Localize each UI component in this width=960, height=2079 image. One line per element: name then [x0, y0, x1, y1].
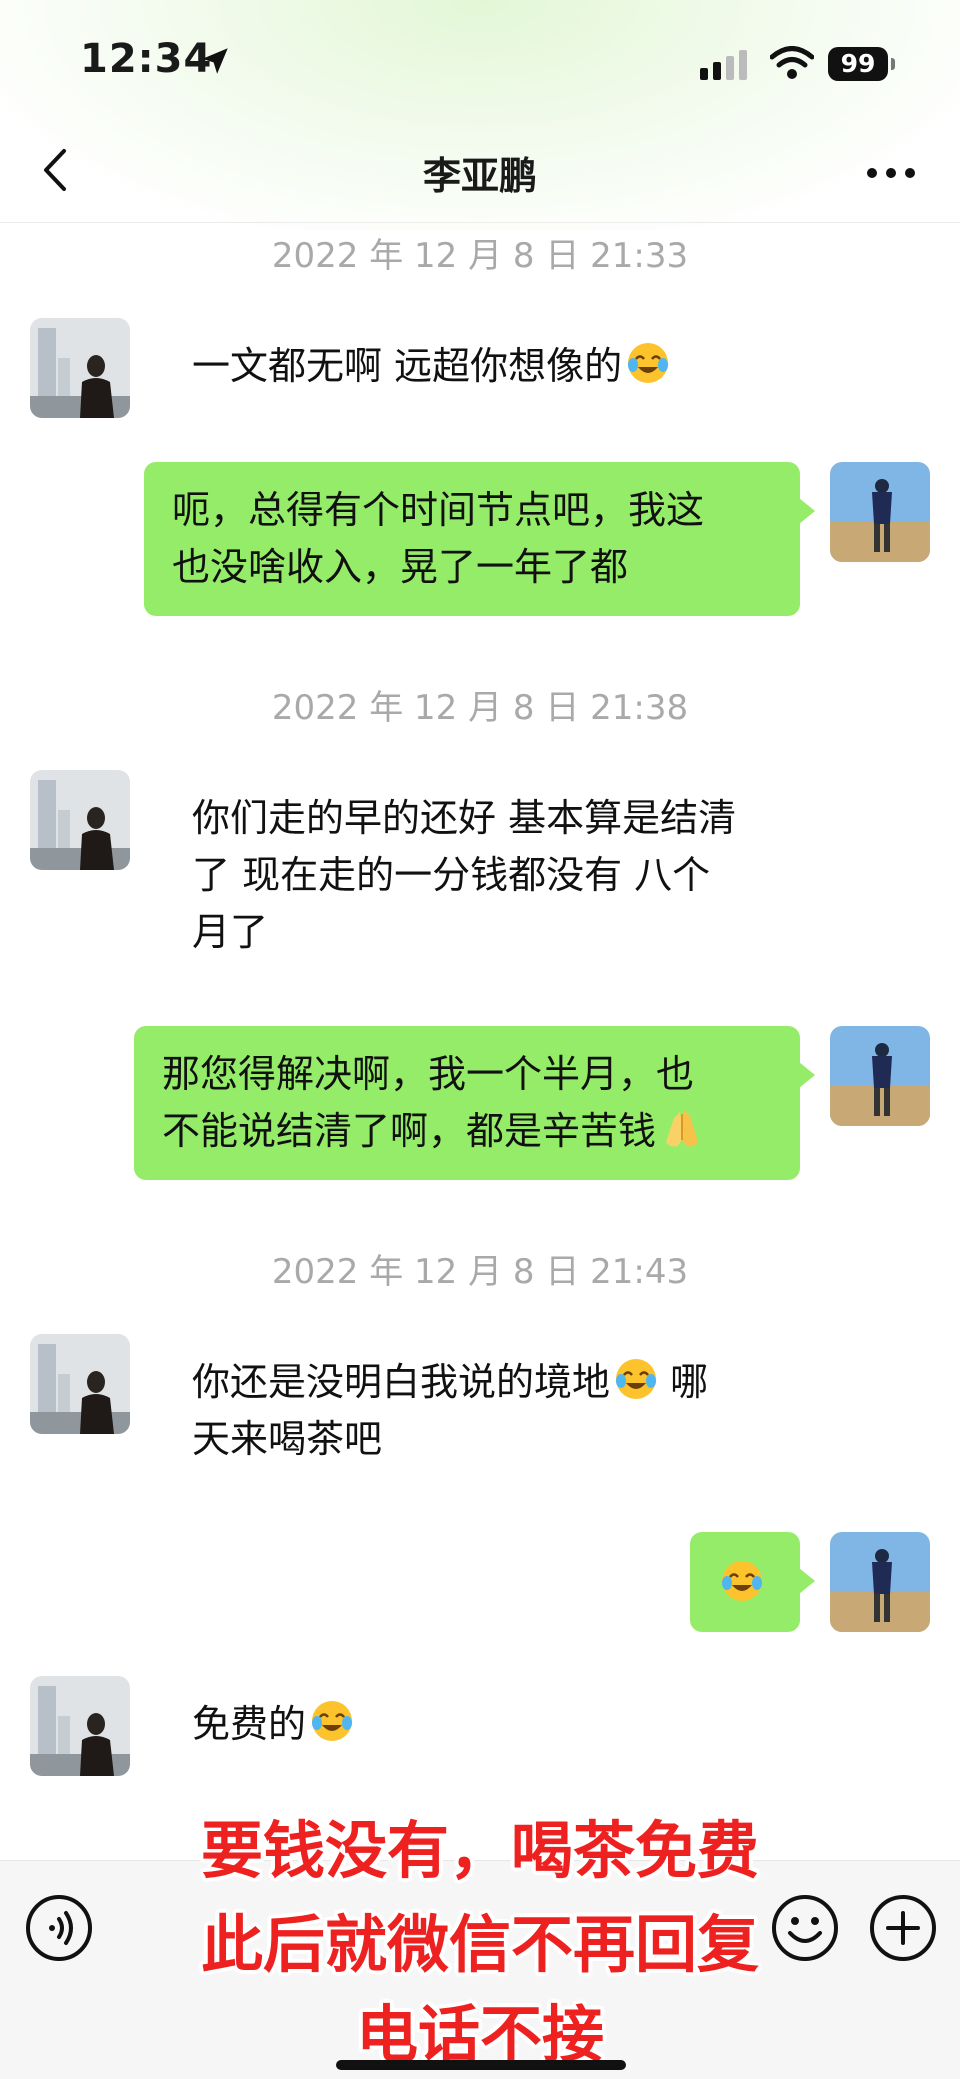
- crying-laughing-emoji-icon: [312, 1701, 353, 1741]
- praying-hands-emoji-icon: [666, 1110, 699, 1147]
- message-line: 那您得解决啊，我一个半月，也: [162, 1052, 695, 1096]
- cellular-signal-icon: [700, 50, 747, 80]
- self-avatar[interactable]: [830, 462, 930, 562]
- message-line: 不能说结清了啊，都是辛苦钱: [162, 1109, 657, 1153]
- status-time: 12:34: [80, 36, 213, 82]
- wifi-icon: [770, 46, 814, 79]
- overlay-caption-line: 要钱没有，喝茶免费: [200, 1814, 759, 1887]
- incoming-message[interactable]: 一文都无啊 远超你想像的: [192, 338, 812, 395]
- message-line: 了 现在走的一分钱都没有 八个: [192, 853, 711, 897]
- outgoing-message[interactable]: 那您得解决啊，我一个半月，也 不能说结清了啊，都是辛苦钱: [134, 1026, 815, 1180]
- message-line-tail: 哪: [658, 1360, 709, 1404]
- overlay-caption-line: 此后就微信不再回复: [200, 1908, 759, 1981]
- message-text: 一文都无啊 远超你想像的: [192, 344, 623, 388]
- contact-avatar[interactable]: [30, 318, 130, 418]
- outgoing-message[interactable]: [690, 1532, 815, 1632]
- battery-indicator: 99: [828, 47, 888, 81]
- contact-avatar[interactable]: [30, 1676, 130, 1776]
- message-timestamp: 2022 年 12 月 8 日 21:43: [271, 1252, 689, 1292]
- home-indicator: [336, 2060, 626, 2070]
- message-line: 你还是没明白我说的境地: [192, 1360, 611, 1404]
- status-bar: 12:34 99: [0, 0, 960, 120]
- more-options-icon[interactable]: [866, 166, 916, 180]
- incoming-message[interactable]: 你还是没明白我说的境地 哪 天来喝茶吧: [192, 1354, 812, 1468]
- contact-avatar[interactable]: [30, 1334, 130, 1434]
- crying-laughing-emoji-icon: [722, 1561, 762, 1601]
- battery-level: 99: [840, 49, 876, 78]
- message-line: 你们走的早的还好 基本算是结清: [192, 796, 737, 840]
- outgoing-message[interactable]: 呃，总得有个时间节点吧，我这 也没啥收入，晃了一年了都: [144, 462, 815, 616]
- message-line: 呃，总得有个时间节点吧，我这: [172, 488, 705, 532]
- incoming-message[interactable]: 你们走的早的还好 基本算是结清 了 现在走的一分钱都没有 八个 月了: [192, 790, 812, 961]
- battery-tip: [891, 58, 895, 70]
- nav-divider: [0, 222, 960, 223]
- incoming-message[interactable]: 免费的: [192, 1696, 812, 1753]
- message-timestamp: 2022 年 12 月 8 日 21:33: [271, 236, 689, 276]
- self-avatar[interactable]: [830, 1026, 930, 1126]
- crying-laughing-emoji-icon: [628, 343, 669, 383]
- crying-laughing-emoji-icon: [616, 1359, 657, 1399]
- self-avatar[interactable]: [830, 1532, 930, 1632]
- message-text: 免费的: [192, 1702, 307, 1746]
- message-line: 月了: [192, 910, 269, 954]
- message-line: 也没啥收入，晃了一年了都: [172, 545, 629, 589]
- message-line: 天来喝茶吧: [192, 1417, 383, 1461]
- location-arrow-icon: [202, 48, 228, 74]
- chat-title: 李亚鹏: [422, 154, 537, 198]
- message-timestamp: 2022 年 12 月 8 日 21:38: [271, 688, 689, 728]
- contact-avatar[interactable]: [30, 770, 130, 870]
